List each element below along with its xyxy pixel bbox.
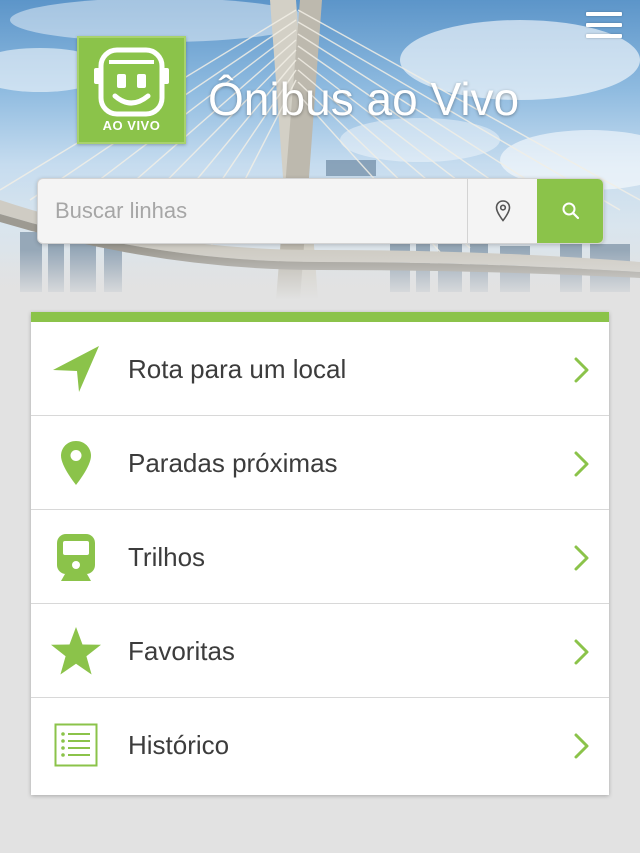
navigation-arrow-icon — [49, 342, 103, 396]
menu-item-rails[interactable]: Trilhos — [31, 510, 609, 604]
hamburger-menu-icon[interactable] — [586, 12, 622, 40]
menu-item-label: Favoritas — [128, 636, 235, 666]
location-button[interactable] — [467, 179, 537, 243]
star-icon — [49, 624, 103, 678]
map-pin-outline-icon — [495, 200, 510, 222]
app-title: Ônibus ao Vivo — [208, 73, 520, 125]
search-button[interactable] — [537, 179, 603, 243]
menu-item-route[interactable]: Rota para um local — [31, 322, 609, 416]
list-icon — [49, 718, 103, 772]
hero-banner: AO VIVO Ônibus ao Vivo — [0, 0, 640, 300]
menu-item-favorites[interactable]: Favoritas — [31, 604, 609, 698]
logo-text: AO VIVO — [102, 118, 161, 133]
chevron-right-icon — [574, 451, 589, 477]
menu-item-nearby-stops[interactable]: Paradas próximas — [31, 416, 609, 510]
chevron-right-icon — [574, 733, 589, 759]
magnifier-icon — [562, 202, 579, 220]
menu-item-history[interactable]: Histórico — [31, 698, 609, 792]
chevron-right-icon — [574, 639, 589, 665]
menu-item-label: Paradas próximas — [128, 448, 338, 478]
chevron-right-icon — [574, 357, 589, 383]
menu-item-label: Trilhos — [128, 542, 206, 572]
menu-item-label: Rota para um local — [128, 354, 347, 384]
chevron-right-icon — [574, 545, 589, 571]
app-logo: AO VIVO — [77, 36, 186, 144]
search-bar — [37, 178, 604, 244]
train-icon — [49, 530, 103, 584]
map-pin-icon — [49, 436, 103, 490]
menu-item-label: Histórico — [128, 730, 230, 760]
main-menu: Rota para um local Paradas próximas Tril… — [31, 312, 609, 795]
search-input[interactable] — [38, 179, 467, 243]
